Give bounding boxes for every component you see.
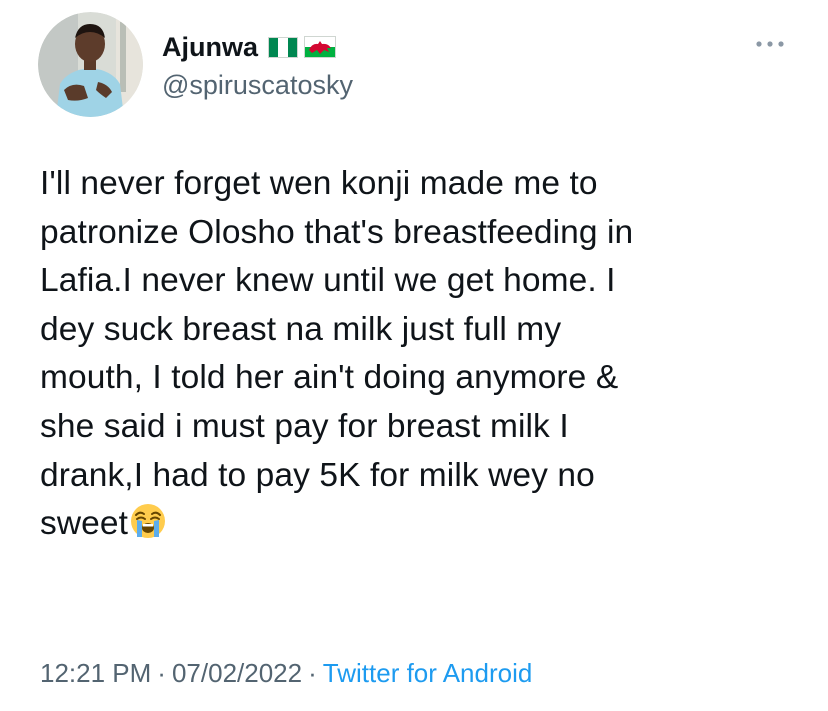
tweet-body: I'll never forget wen konji made me to p… — [40, 165, 634, 543]
handle[interactable]: @spiruscatosky — [162, 68, 353, 102]
meta-separator: · — [308, 658, 317, 688]
tweet-text: I'll never forget wen konji made me to p… — [40, 160, 810, 554]
tweet-card: Ajunwa @spiruscatosky I'll never forget … — [0, 0, 828, 711]
tweet-source-link[interactable]: Twitter for Android — [323, 658, 533, 688]
tweet-meta: 12:21 PM · 07/02/2022 · Twitter for Android — [40, 656, 532, 690]
author-info: Ajunwa @spiruscatosky — [162, 30, 353, 102]
nigeria-flag-icon — [268, 36, 299, 58]
more-button[interactable] — [752, 30, 788, 58]
flag-emojis — [268, 36, 337, 58]
more-dots-icon — [756, 41, 784, 47]
tweet-date[interactable]: 07/02/2022 — [172, 658, 302, 688]
wales-flag-icon — [304, 36, 337, 58]
avatar-image — [38, 12, 143, 117]
display-name[interactable]: Ajunwa — [162, 30, 258, 64]
name-row: Ajunwa — [162, 30, 353, 64]
loudly-crying-face-icon — [130, 503, 166, 554]
tweet-time[interactable]: 12:21 PM — [40, 658, 151, 688]
avatar[interactable] — [38, 12, 143, 117]
meta-separator: · — [157, 658, 166, 688]
